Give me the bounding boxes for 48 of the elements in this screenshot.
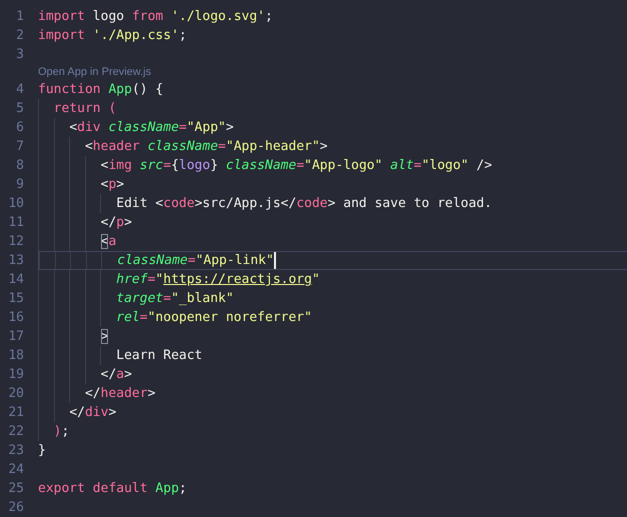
code-line: </a>	[100, 367, 132, 382]
code-line: className="App-link"	[116, 253, 276, 268]
line-number: 14	[8, 272, 24, 287]
line-number: 6	[16, 120, 24, 135]
code-line: </p>	[100, 215, 132, 230]
code-line: Edit <code>src/App.js</code> and save to reload.	[115, 196, 492, 211]
line-number: 16	[8, 310, 24, 325]
line-number: 26	[8, 500, 24, 515]
code-line: rel="noopener noreferrer"	[115, 310, 312, 325]
line-number: 20	[8, 386, 24, 401]
line-number: 23	[8, 443, 24, 458]
line-number: 2	[16, 28, 24, 43]
line-number: 10	[8, 196, 24, 211]
code-line: return (	[52, 101, 116, 116]
line-number: 21	[8, 405, 24, 420]
code-line: );	[52, 424, 70, 439]
line-number: 18	[8, 348, 24, 363]
line-number: 25	[8, 481, 24, 496]
code-line: <p>	[100, 177, 124, 192]
line-number: 17	[8, 329, 24, 344]
code-line: }	[38, 443, 46, 458]
code-line: Learn React	[115, 348, 202, 363]
code-line: export default App;	[38, 481, 187, 496]
line-number: 24	[8, 462, 24, 477]
line-number: 5	[16, 101, 24, 116]
code-line: function App() {	[38, 82, 164, 97]
code-line: <div className="App">	[68, 120, 234, 135]
line-number: 7	[16, 139, 24, 154]
code-line: target="_blank"	[115, 291, 234, 306]
line-number: 22	[8, 424, 24, 439]
line-number: 3	[16, 47, 24, 62]
line-number: 11	[8, 215, 24, 230]
line-number: 8	[16, 158, 24, 173]
code-line: <img src={logo} className="App-logo" alt="logo" />	[100, 158, 492, 173]
code-line: import './App.css';	[38, 28, 187, 43]
line-number: 4	[16, 82, 24, 97]
code-line: <header className="App-header">	[84, 139, 328, 154]
line-number: 15	[8, 291, 24, 306]
codelens-link[interactable]: Open App in Preview.js	[38, 64, 152, 80]
line-number: 12	[8, 234, 24, 249]
code-line: </header>	[84, 386, 156, 401]
code-line: href="https://reactjs.org"	[115, 272, 320, 287]
line-number: 1	[16, 9, 24, 24]
line-number: 13	[8, 253, 24, 268]
code-line: import logo from './logo.svg';	[38, 9, 273, 24]
code-line: </div>	[68, 405, 116, 420]
line-number: 9	[16, 177, 24, 192]
line-number: 19	[8, 367, 24, 382]
